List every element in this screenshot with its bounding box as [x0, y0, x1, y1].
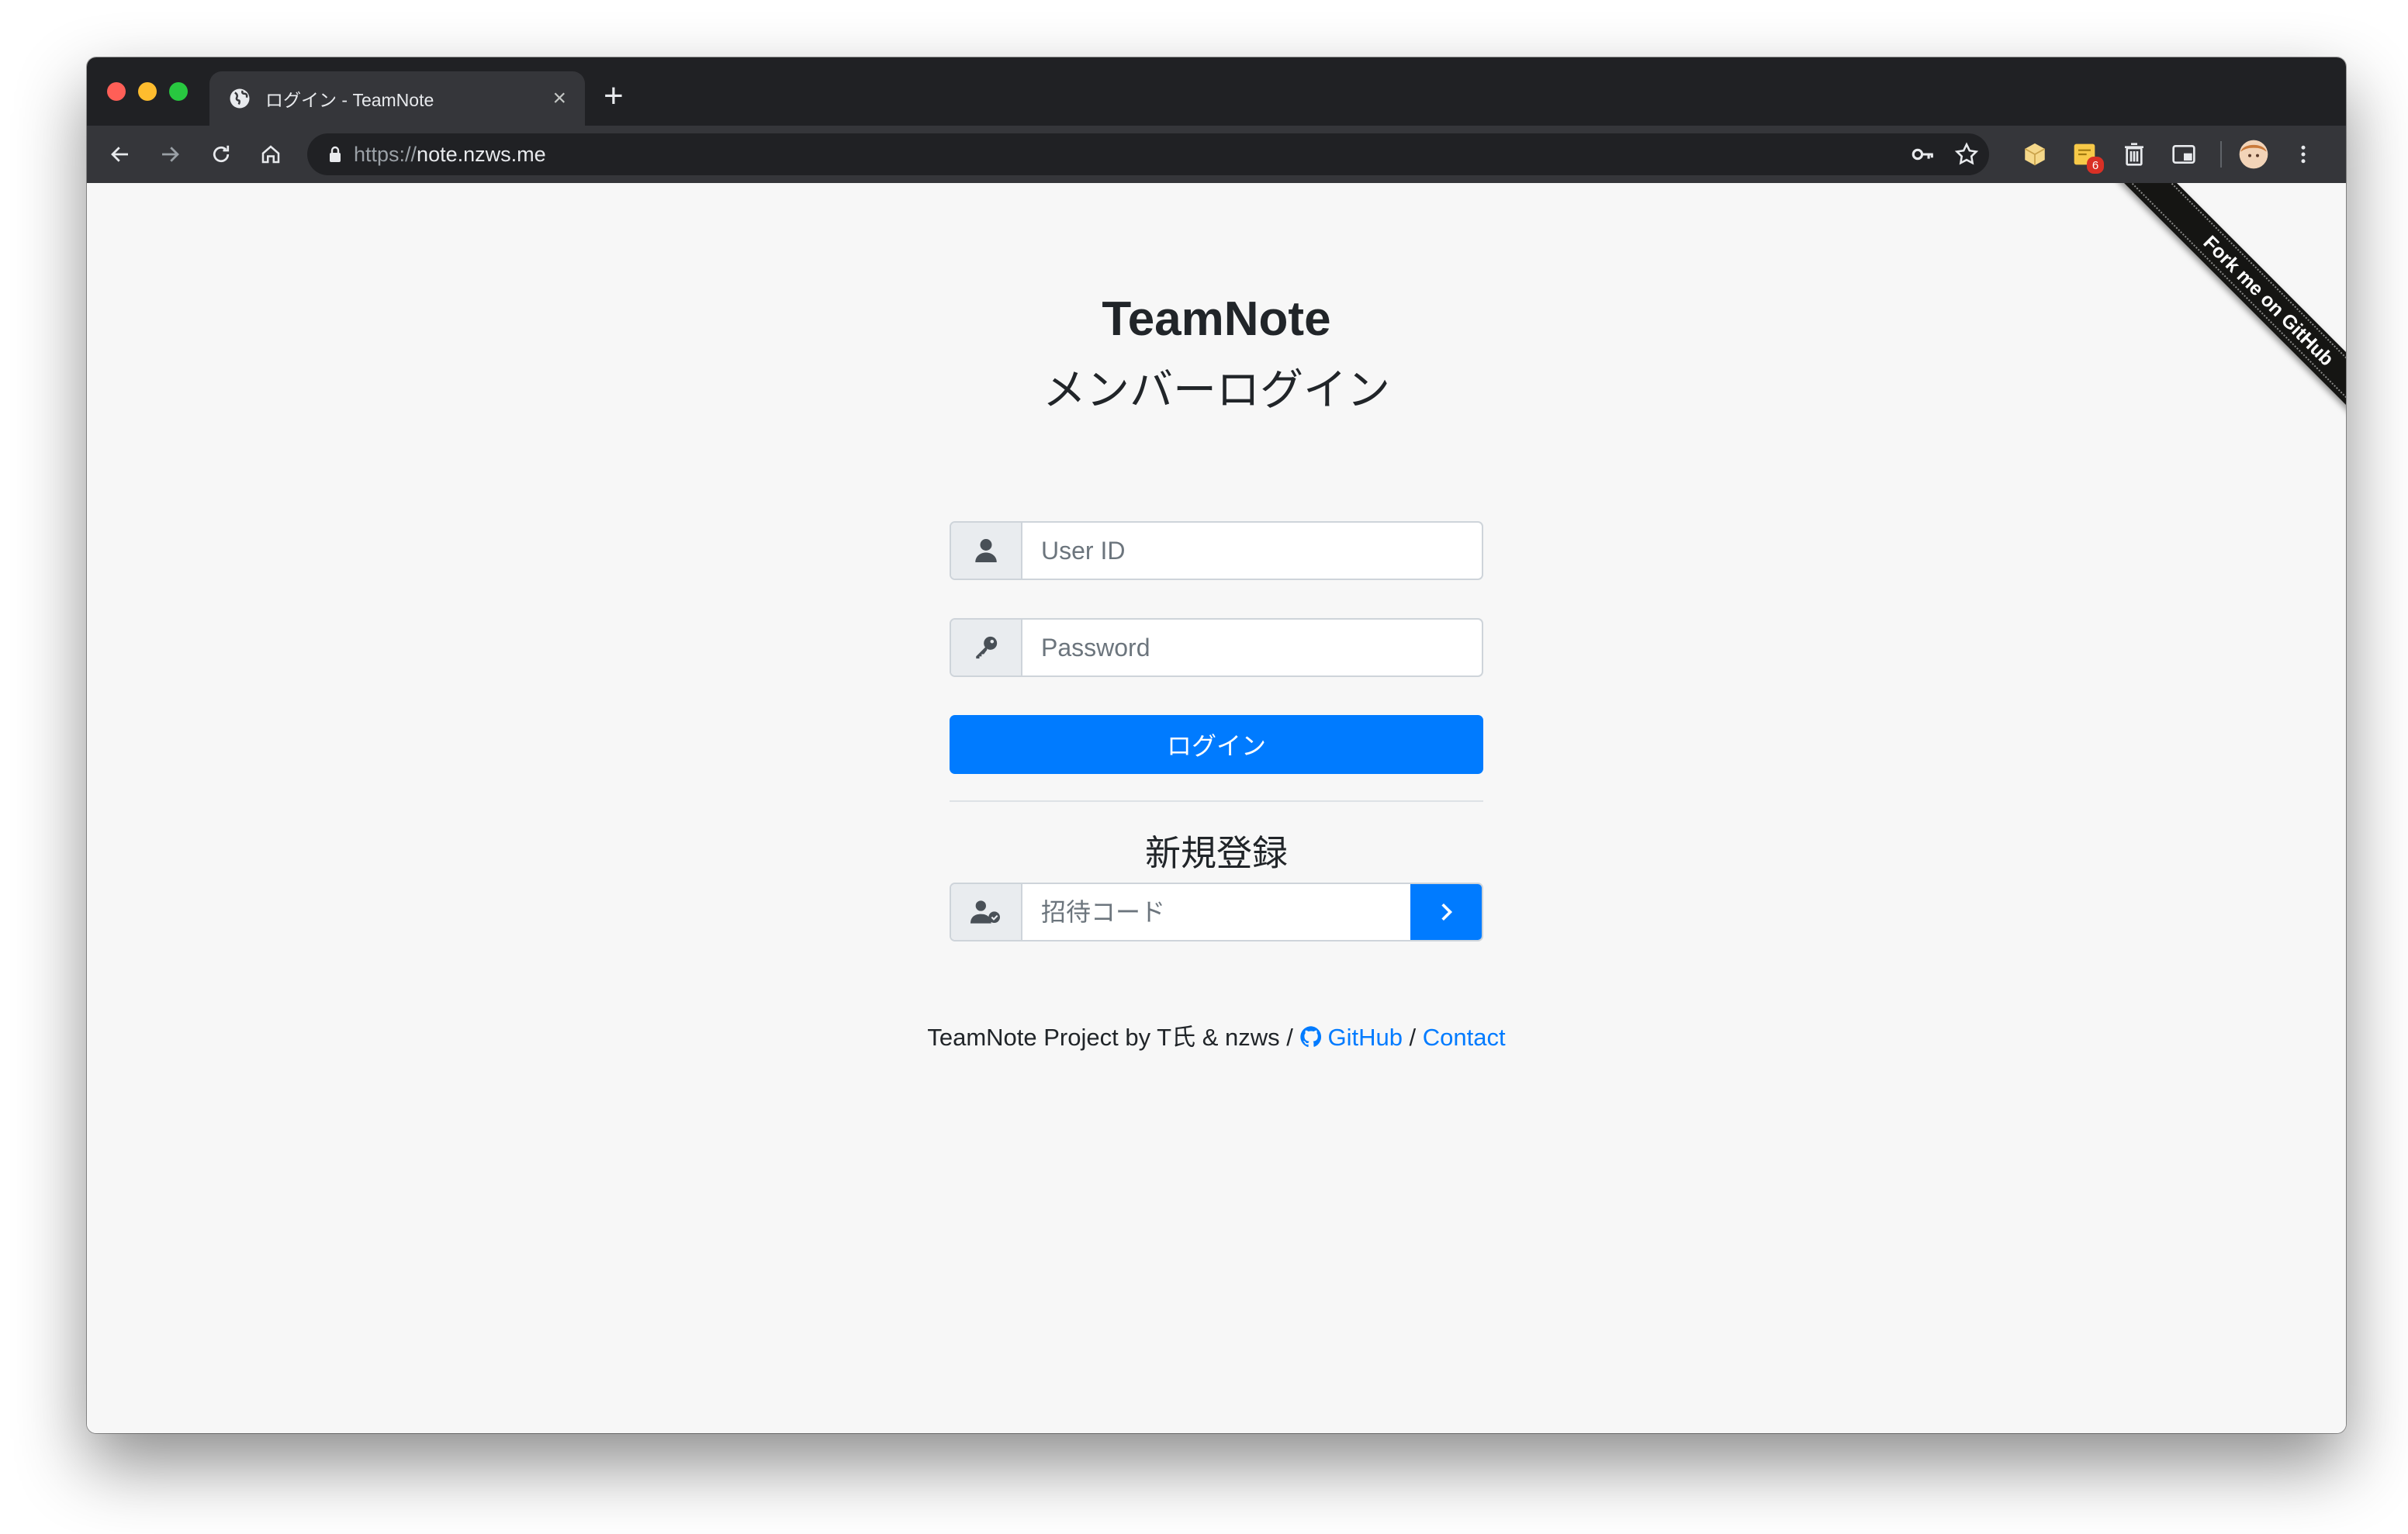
trash-icon	[2125, 143, 2143, 166]
reload-icon	[213, 145, 230, 163]
more-vertical-icon	[2301, 145, 2306, 164]
password-addon	[951, 620, 1022, 675]
user-icon	[975, 539, 997, 562]
footer-credit: TeamNote Project by T氏 & nzws /	[927, 1024, 1300, 1051]
tab-close-icon[interactable]: ×	[552, 87, 566, 110]
extension-box-button[interactable]	[2019, 138, 2051, 171]
footer-separator: /	[1402, 1024, 1423, 1051]
arrow-left-icon	[111, 147, 128, 162]
tab-strip: ログイン - TeamNote × +	[87, 57, 2346, 126]
github-link-label: GitHub	[1327, 1024, 1403, 1051]
globe-icon	[230, 88, 250, 109]
form-divider	[950, 800, 1483, 802]
key-icon[interactable]	[1910, 141, 1936, 168]
tab-active[interactable]: ログイン - TeamNote ×	[209, 71, 585, 126]
star-icon[interactable]	[1953, 141, 1980, 168]
invite-addon	[951, 884, 1022, 940]
page-content: Fork me on GitHub TeamNote メンバーログイン ログイン…	[87, 183, 2346, 1433]
arrow-right-icon	[162, 147, 179, 162]
toolbar-divider	[2220, 141, 2222, 168]
profile-button[interactable]	[2237, 138, 2270, 171]
invite-group	[950, 883, 1483, 941]
password-input[interactable]	[1022, 620, 1482, 675]
minimize-window-button[interactable]	[138, 82, 157, 101]
tab-title: ログイン - TeamNote	[265, 90, 434, 110]
login-button[interactable]: ログイン	[950, 715, 1483, 774]
reload-button[interactable]	[203, 136, 239, 172]
url-host: note.nzws.me	[417, 142, 546, 166]
extension-trash-button[interactable]	[2118, 138, 2150, 171]
extension-badge: 6	[2087, 157, 2104, 174]
menu-button[interactable]	[2287, 138, 2320, 171]
url-protocol: https://	[354, 142, 417, 166]
user-id-input[interactable]	[1022, 523, 1482, 579]
picture-in-picture-button[interactable]	[2168, 138, 2200, 171]
invite-submit-button[interactable]	[1410, 884, 1482, 940]
github-icon	[1300, 1026, 1322, 1048]
github-link[interactable]: GitHub	[1299, 1024, 1403, 1051]
user-check-icon	[970, 900, 1000, 924]
key-icon	[976, 636, 998, 659]
contact-link[interactable]: Contact	[1423, 1024, 1506, 1051]
back-button[interactable]	[102, 136, 138, 172]
page-subtitle: メンバーログイン	[1043, 365, 1390, 416]
url-text: https://note.nzws.me	[354, 143, 546, 167]
page-title: TeamNote	[1102, 292, 1331, 346]
maximize-window-button[interactable]	[169, 82, 188, 101]
user-id-group	[950, 521, 1483, 580]
forward-button[interactable]	[152, 136, 188, 172]
lock-icon	[330, 146, 341, 162]
fork-me-ribbon[interactable]: Fork me on GitHub	[2118, 183, 2346, 451]
address-bar[interactable]: https://note.nzws.me	[307, 133, 1989, 175]
browser-window: ログイン - TeamNote × + https://note.nzws.me	[87, 57, 2346, 1433]
invite-code-input[interactable]	[1022, 884, 1410, 940]
user-id-addon	[951, 523, 1022, 579]
extension-notes-button[interactable]: 6	[2068, 138, 2104, 174]
chevron-right-icon	[1441, 903, 1453, 921]
browser-toolbar: https://note.nzws.me 6	[87, 126, 2346, 183]
password-group	[950, 618, 1483, 677]
home-icon	[261, 145, 280, 164]
register-title: 新規登録	[1145, 832, 1288, 874]
home-button[interactable]	[253, 136, 289, 172]
cube-icon	[2024, 143, 2046, 166]
new-tab-button[interactable]: +	[604, 79, 624, 113]
picture-in-picture-icon	[2172, 145, 2195, 164]
page-footer: TeamNote Project by T氏 & nzws / GitHub /…	[87, 1017, 2346, 1052]
avatar-icon	[2239, 140, 2268, 169]
close-window-button[interactable]	[107, 82, 126, 101]
omnibox-actions	[1910, 133, 1980, 175]
